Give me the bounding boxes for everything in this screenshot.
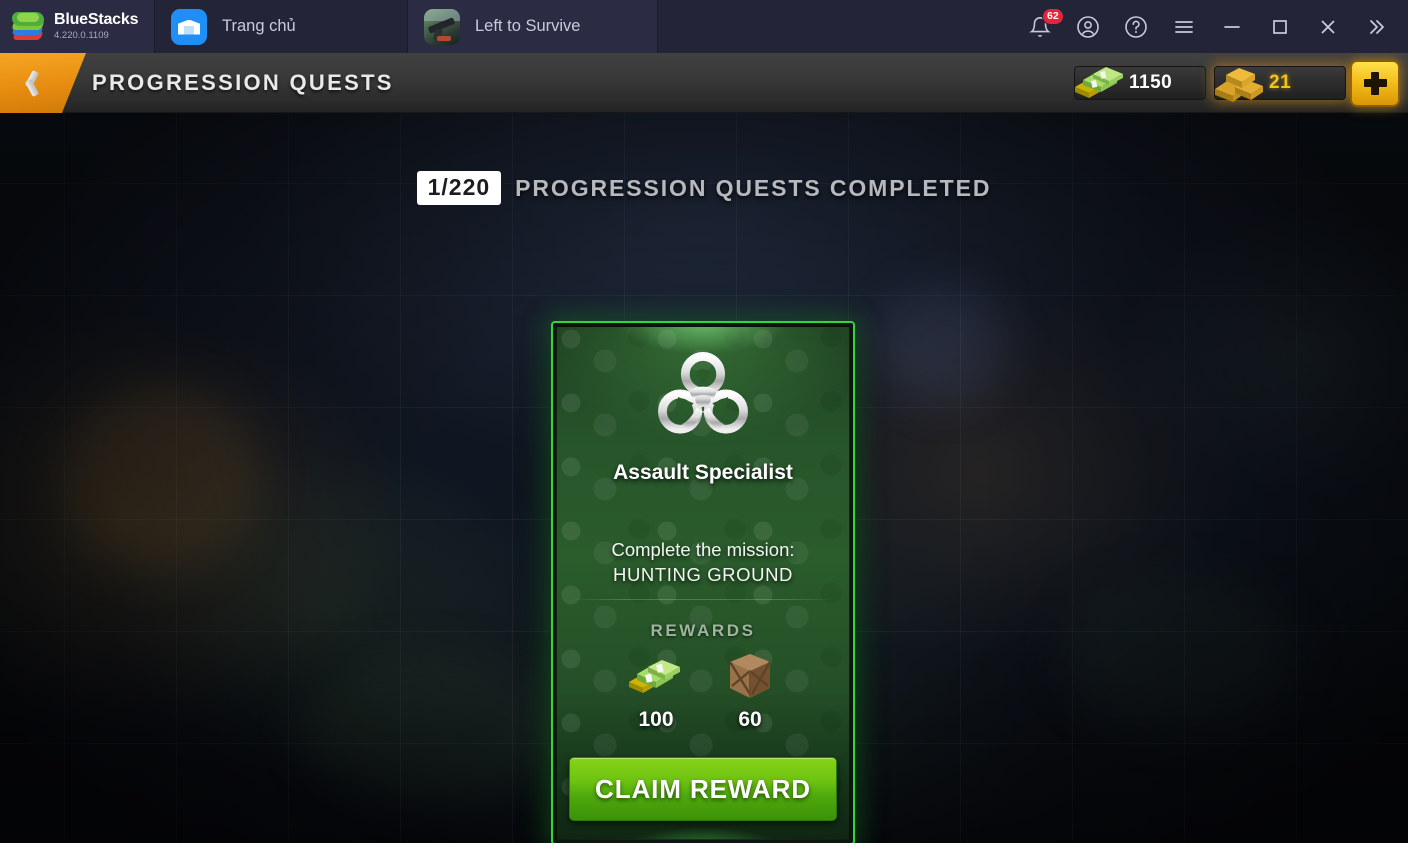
quest-title: Assault Specialist [613,461,793,484]
gold-bars-icon [1215,68,1263,102]
biohazard-icon [658,352,748,434]
titlebar-spacer [658,0,1016,53]
tab-left-to-survive[interactable]: Left to Survive [408,0,658,53]
maximize-icon [1273,19,1287,34]
tab-label: Trang chủ [222,17,296,35]
cash-stack-icon [1075,67,1123,98]
expand-more-icon [1370,19,1384,34]
objective-line-1: Complete the mission: [611,539,795,560]
divider [571,599,835,600]
quest-card: Assault Specialist Complete the mission:… [551,321,855,843]
account-button[interactable] [1064,0,1112,53]
game-thumbnail-icon [424,8,460,45]
reward-item-cash: 100 [623,652,689,732]
game-header: PROGRESSION QUESTS 1150 21 [0,53,1408,113]
menu-button[interactable] [1160,0,1208,53]
notifications-button[interactable]: 62 [1016,0,1064,53]
add-currency-button[interactable] [1350,59,1400,107]
progress-counter: 1/220 [416,171,502,205]
claim-button-wrapper: CLAIM REWARD [569,757,837,821]
rewards-label: REWARDS [650,621,756,640]
bluestacks-name: BlueStacks [54,11,139,29]
currency-cash[interactable]: 1150 [1074,66,1206,100]
progress-header: 1/220 PROGRESSION QUESTS COMPLETED [0,171,1408,205]
objective-line-2: HUNTING GROUND [612,564,794,585]
minimize-icon [1224,25,1240,28]
bluestacks-version: 4.220.0.1109 [54,30,109,42]
bluestacks-titlebar: BlueStacks 4.220.0.1109 Trang chủ Left t… [0,0,1408,53]
currency-value: 21 [1269,72,1292,93]
claim-reward-button[interactable]: CLAIM REWARD [569,757,837,821]
help-icon [1125,15,1147,38]
game-viewport: PROGRESSION QUESTS 1150 21 1/220 PROGRES… [0,53,1408,843]
bluestacks-brand: BlueStacks 4.220.0.1109 [0,0,155,53]
quest-objective: Complete the mission: HUNTING GROUND [557,537,849,587]
currency-bar: 1150 21 [1074,53,1400,113]
currency-gold[interactable]: 21 [1214,66,1346,102]
app-root: BlueStacks 4.220.0.1109 Trang chủ Left t… [0,0,1408,843]
minimize-button[interactable] [1208,0,1256,53]
maximize-button[interactable] [1256,0,1304,53]
page-title: PROGRESSION QUESTS [92,70,394,95]
chevron-left-icon [22,69,37,97]
reward-value: 100 [638,708,674,731]
titlebar-actions: 62 [1016,0,1408,53]
home-icon [171,8,207,45]
tab-label: Left to Survive [475,17,581,35]
rewards-row: 100 60 [557,652,849,732]
expand-more-button[interactable] [1352,0,1400,53]
wooden-crate-icon [728,654,772,698]
reward-value: 60 [738,708,762,731]
tab-trang-chu[interactable]: Trang chủ [155,0,408,53]
bluestacks-logo-icon [11,11,45,43]
close-button[interactable] [1304,0,1352,53]
reward-item-crate: 60 [717,652,783,732]
quest-card-inner: Assault Specialist Complete the mission:… [556,326,850,840]
help-button[interactable] [1112,0,1160,53]
menu-icon [1175,20,1193,33]
account-icon [1077,15,1099,38]
progress-label: PROGRESSION QUESTS COMPLETED [515,174,992,201]
close-icon [1321,20,1335,33]
currency-value: 1150 [1129,72,1173,93]
plus-icon [1363,71,1387,95]
back-button[interactable] [0,53,86,113]
notifications-badge: 62 [1042,8,1064,25]
claim-button-label: CLAIM REWARD [595,773,811,804]
cash-stack-icon [629,660,680,693]
